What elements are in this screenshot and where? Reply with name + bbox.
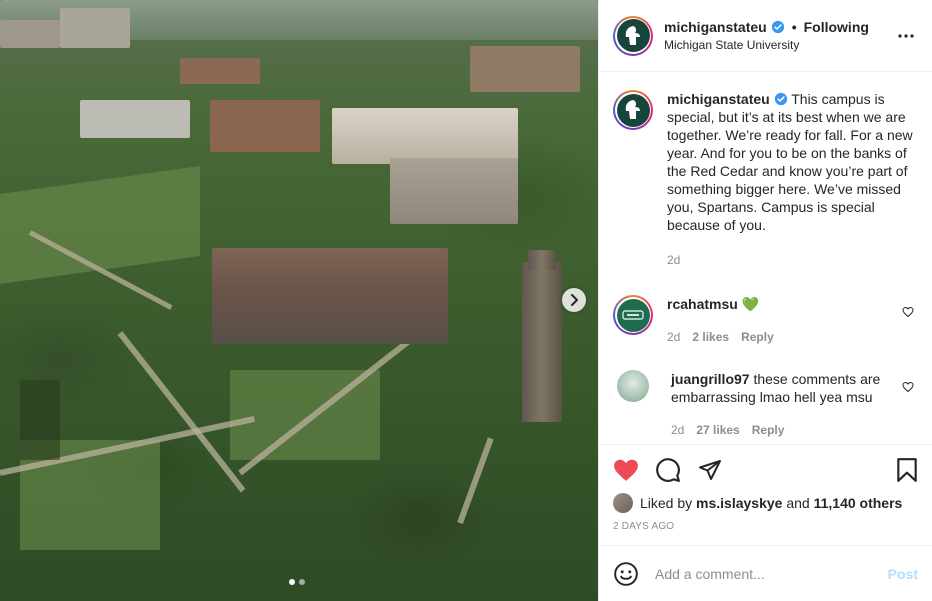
avatar[interactable] — [613, 90, 653, 130]
likes-count[interactable]: 11,140 others — [814, 495, 903, 511]
heart-outline-icon — [902, 381, 914, 393]
like-button[interactable] — [613, 458, 639, 482]
comment-item: rcahatmsu 💚 2d 2 likes Reply — [613, 295, 918, 346]
tree-shadow — [20, 380, 60, 460]
comment-composer: Post — [599, 545, 932, 601]
building — [470, 46, 580, 92]
comment-username[interactable]: rcahatmsu — [667, 296, 738, 312]
more-options-button[interactable] — [894, 24, 918, 48]
post-actions: Liked by ms.islayskye and 11,140 others … — [599, 444, 932, 545]
more-options-icon — [898, 33, 914, 38]
instagram-post-modal: michiganstateu • Following Michigan Stat… — [0, 0, 932, 601]
comment-likes[interactable]: 27 likes — [696, 421, 739, 439]
save-button[interactable] — [896, 457, 918, 483]
liked-by-user[interactable]: ms.islayskye — [696, 495, 782, 511]
liked-by-and: and — [786, 495, 810, 511]
avatar[interactable] — [613, 295, 653, 335]
post-photo[interactable] — [0, 0, 598, 601]
post-author-username[interactable]: michiganstateu — [664, 19, 767, 35]
rca-logo-icon — [616, 298, 650, 332]
like-comment-button[interactable] — [902, 305, 914, 321]
comment-input[interactable] — [655, 565, 888, 582]
comment-timestamp[interactable]: 2d — [671, 421, 684, 439]
liked-by-prefix: Liked by — [640, 495, 693, 511]
carousel-next-button[interactable] — [562, 288, 586, 312]
header-text: michiganstateu • Following Michigan Stat… — [664, 19, 894, 52]
caption-timestamp[interactable]: 2d — [667, 251, 680, 269]
chevron-right-icon — [571, 294, 578, 306]
comment-timestamp[interactable]: 2d — [667, 328, 680, 346]
comment-username[interactable]: juangrillo97 — [671, 371, 750, 387]
spartan-logo-icon — [616, 93, 650, 127]
avatar[interactable] — [613, 15, 653, 56]
building — [180, 58, 260, 84]
likes-summary: Liked by ms.islayskye and 11,140 others — [613, 493, 918, 513]
like-comment-button[interactable] — [902, 380, 914, 396]
separator-bullet: • — [791, 19, 797, 35]
building — [0, 20, 60, 48]
emoji-button[interactable] — [613, 561, 639, 587]
heart-filled-icon — [614, 459, 638, 481]
comment-text: 💚 — [741, 296, 760, 312]
walkway — [457, 437, 494, 525]
post-side-panel: michiganstateu • Following Michigan Stat… — [598, 0, 932, 601]
post-location[interactable]: Michigan State University — [664, 38, 894, 52]
paper-plane-icon — [699, 460, 721, 480]
carousel-dot — [299, 579, 305, 585]
post-comment-button[interactable]: Post — [888, 566, 918, 582]
verified-badge-icon — [774, 92, 787, 106]
clock-tower-top — [528, 250, 556, 270]
comment-item: juangrillo97 these comments are embarras… — [613, 370, 918, 439]
post-header: michiganstateu • Following Michigan Stat… — [599, 0, 932, 72]
bookmark-icon — [897, 458, 917, 482]
caption-text: This campus is special, but it’s at its … — [667, 91, 913, 233]
following-button[interactable]: Following — [804, 19, 869, 35]
building — [60, 8, 130, 48]
comment-icon — [656, 458, 680, 482]
spartan-logo-icon — [616, 19, 650, 52]
building — [210, 100, 320, 152]
carousel-dot-active — [289, 579, 295, 585]
carousel-indicator — [289, 579, 305, 585]
liker-avatar[interactable] — [613, 493, 633, 513]
caption-username[interactable]: michiganstateu — [667, 91, 770, 107]
share-button[interactable] — [697, 458, 723, 482]
comment-button[interactable] — [655, 457, 681, 483]
reply-button[interactable]: Reply — [741, 328, 774, 346]
comment-likes[interactable]: 2 likes — [692, 328, 729, 346]
action-bar — [613, 455, 918, 485]
reply-button[interactable]: Reply — [752, 421, 785, 439]
clock-tower — [522, 262, 562, 422]
emoji-smile-icon — [614, 561, 638, 586]
avatar[interactable] — [617, 370, 649, 402]
building — [80, 100, 190, 138]
building — [332, 108, 518, 164]
building — [212, 248, 448, 344]
caption: michiganstateu This campus is special, b… — [613, 90, 918, 269]
heart-outline-icon — [902, 306, 914, 318]
building — [390, 158, 518, 224]
verified-badge-icon — [771, 20, 784, 34]
comments-list[interactable]: michiganstateu This campus is special, b… — [599, 72, 932, 444]
post-date[interactable]: 2 DAYS AGO — [613, 521, 918, 532]
